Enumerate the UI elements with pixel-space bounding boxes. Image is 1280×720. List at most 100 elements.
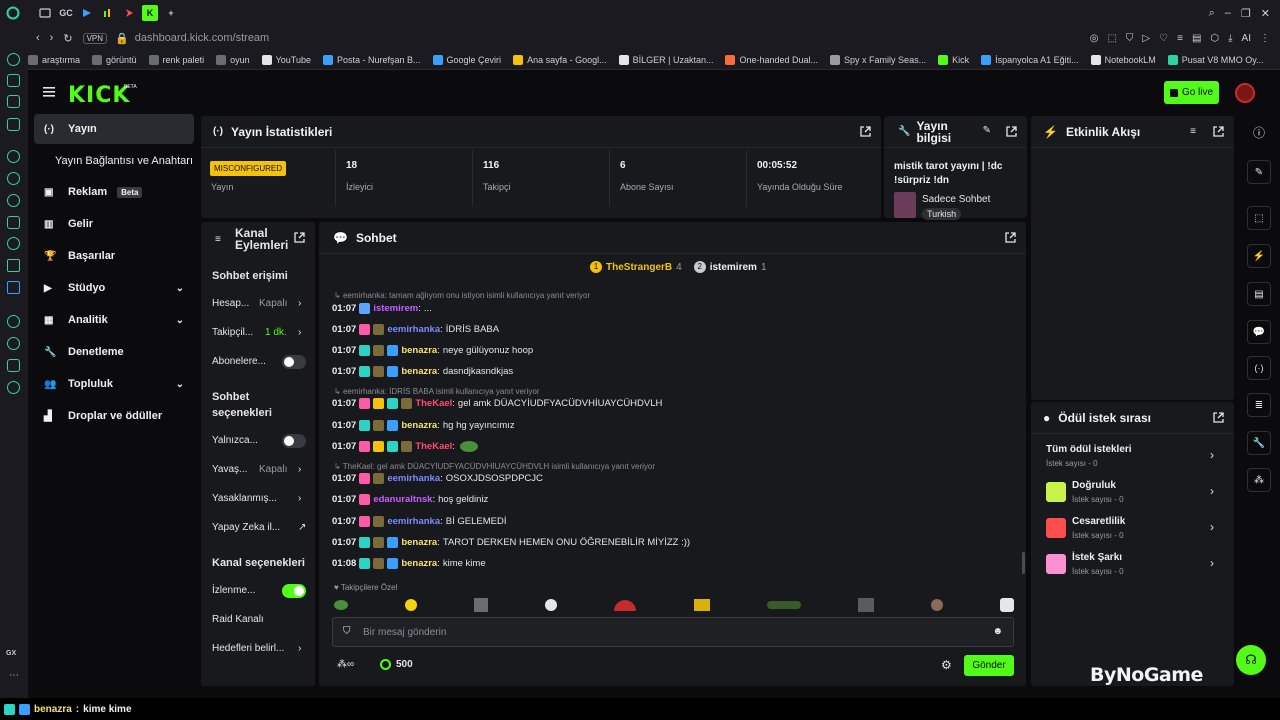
wrench-tool-icon[interactable]: 🔧 [1247,431,1271,455]
vpn-badge[interactable]: VPN [82,32,108,44]
sidebar-item-5[interactable]: ▶ Stüdyo ⌄ [34,273,194,303]
top-gifter-name[interactable]: TheStrangerB [606,262,672,273]
page-icon[interactable]: ▤ [1192,33,1201,44]
chat-message[interactable]: 01:07 benazra: neye gülüyonuz hoop [332,345,533,356]
reward-row[interactable]: Doğruluk İstek sayısı - 0 › [1040,478,1222,508]
option-row[interactable]: Raid Kanalı [212,614,264,625]
gx-settings-icon[interactable] [7,381,20,394]
chat-message[interactable]: 01:07 eemirhanka: Bİ GELEMEDİ [332,516,506,527]
broadcast-tool-icon[interactable]: (·) [1247,356,1271,380]
bookmark-item[interactable]: Ana sayfa - Googl... [513,54,607,65]
url-field[interactable]: dashboard.kick.com/stream [135,32,270,44]
tiktok-icon[interactable] [7,237,20,250]
shield-icon[interactable]: ⛉ [1126,33,1134,44]
bookmark-item[interactable]: YouTube [261,54,311,65]
focus-tool-icon[interactable]: ⬚ [1247,206,1271,230]
chat-username[interactable]: eemirhanka [387,473,440,484]
chat-username[interactable]: benazra [401,366,437,377]
info-icon[interactable]: ⓘ [1253,124,1265,141]
top-gifter-name[interactable]: istemirem [710,262,757,273]
bookmark-item[interactable]: İspanyolca A1 Eğiti... [981,54,1079,65]
window-icon[interactable] [37,5,53,21]
chat-message[interactable]: 01:07 edanuraltnsk: hoş geldiniz [332,494,488,505]
reload-icon[interactable]: ↻ [63,32,72,45]
settings-icon[interactable]: ≡ [1177,33,1183,44]
chat-username[interactable]: TheKael [415,441,452,452]
reward-row[interactable]: İstek Şarkı İstek sayısı - 0 › [1040,550,1222,580]
history-icon[interactable] [7,53,20,66]
bookmark-item[interactable]: Kick [938,54,969,65]
rewards-infinity-icon[interactable]: ⁂∞ [337,659,354,670]
bookmark-item[interactable]: Posta - Nurefşan B... [322,54,421,65]
sidebar-item-4[interactable]: 🏆 Başarılar [34,241,194,271]
toggle-switch[interactable] [282,355,306,369]
option-row[interactable]: Hesap... Kapalı [212,298,287,309]
x-icon[interactable] [7,259,20,272]
chat-username[interactable]: istemirem [373,303,418,314]
kick-logo[interactable]: KICK [68,83,130,108]
cube-icon[interactable] [7,359,20,372]
gx-bag-icon[interactable] [7,74,20,87]
chat-message[interactable]: 01:07 benazra: hg hg yayıncımız [332,420,515,431]
bookmark-item[interactable]: One-handed Dual... [725,54,818,65]
emote-text[interactable] [766,601,801,609]
emote-frog[interactable] [334,600,348,610]
support-icon[interactable]: ☊ [1236,645,1266,675]
reward-row[interactable]: Tüm ödül istekleri İstek sayısı - 0 › [1040,442,1222,472]
go-live-button[interactable]: Go live [1164,81,1219,104]
arrow-icon[interactable] [121,5,137,21]
chat-username[interactable]: benazra [401,537,437,548]
chat-message[interactable]: 01:07 istemirem:... [332,303,432,314]
chat-message[interactable]: 01:07 eemirhanka: OSOXJDSOSPDPCJC [332,473,543,484]
reward-row[interactable]: Cesaretlilik İstek sayısı - 0 › [1040,514,1222,544]
more-icon[interactable]: ⋯ [9,670,19,681]
opera-gx-icon[interactable] [5,5,21,21]
gx-mod-icon[interactable] [7,118,20,131]
close-icon[interactable]: ✕ [1261,7,1270,20]
filter-icon[interactable]: ≡ [1190,126,1196,137]
bookmark-item[interactable]: Google Çeviri [432,54,501,65]
list-tool-icon[interactable]: ≣ [1247,393,1271,417]
bookmark-item[interactable]: araştırma [28,54,80,65]
tab-gc[interactable]: GC [58,5,74,21]
chat-username[interactable]: benazra [401,345,437,356]
gx-list-icon[interactable] [7,95,20,108]
chat-message[interactable]: 01:07 benazra: dasndjkasndkjas [332,366,513,377]
maximize-icon[interactable]: ❐ [1241,7,1251,20]
discord-icon[interactable] [7,194,20,207]
emote-gauge[interactable] [614,599,637,611]
emote-yellow[interactable] [405,599,418,611]
snapshot-icon[interactable]: ⬚ [1107,33,1116,44]
app-icon[interactable] [7,281,20,294]
chat-username[interactable]: benazra [401,558,437,569]
popout-icon[interactable] [1213,126,1224,137]
bookmark-item[interactable]: Spy x Family Seas... [830,54,926,65]
sidebar-item-3[interactable]: ▥ Gelir [34,209,194,239]
points-balance[interactable]: 500 [380,659,413,670]
option-row[interactable]: Yavaş... Kapalı [212,464,287,475]
option-row[interactable]: Takipçil... 1 dk. [212,327,287,338]
chat-input[interactable]: ⛉ Bir mesaj gönderin ☻ [332,617,1014,647]
note-tool-icon[interactable]: ▤ [1247,282,1271,306]
chat-scrollbar[interactable] [1022,552,1025,574]
toggle-switch[interactable] [282,434,306,448]
popout-icon[interactable] [1005,232,1016,243]
chat-message[interactable]: 01:07 TheKael: [332,441,478,452]
search-icon[interactable]: ⌕ [1209,7,1215,20]
popout-icon[interactable] [1213,412,1224,423]
back-icon[interactable]: ‹ [36,32,40,44]
bolt-tool-icon[interactable]: ⚡ [1247,244,1271,268]
bookmark-item[interactable]: BİLGER | Uzaktan... [618,54,713,65]
category-name[interactable]: Sadece Sohbet [922,194,990,205]
chat-username[interactable]: eemirhanka [387,516,440,527]
chat-message[interactable]: 01:08 benazra: kime kime [332,558,486,569]
emote-face[interactable] [930,599,943,611]
emoji-icon[interactable]: ☻ [992,626,1003,637]
pencil-tool-icon[interactable]: ✎ [1247,160,1271,184]
sidebar-item-6[interactable]: ▦ Analitik ⌄ [34,305,194,335]
chat-username[interactable]: edanuraltnsk [373,494,432,505]
sidebar-item-0[interactable]: (·) Yayın [34,114,194,144]
extensions-icon[interactable]: ⬡ [1210,33,1219,44]
send-button[interactable]: Gönder [964,655,1014,676]
bookmark-item[interactable]: oyun [216,54,250,65]
